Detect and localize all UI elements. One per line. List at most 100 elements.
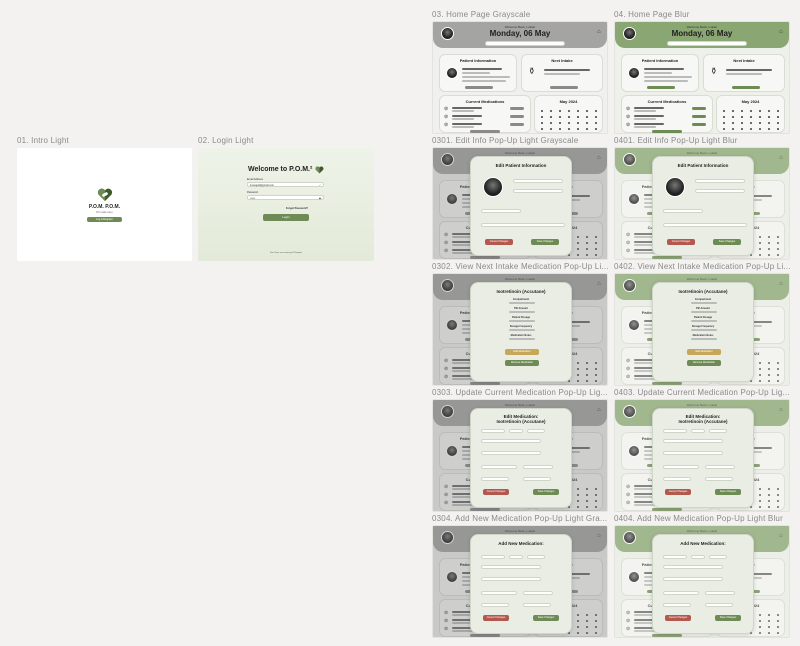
name-field[interactable]: [513, 179, 563, 183]
patient-info-card[interactable]: Patient Information: [621, 54, 699, 92]
calendar-day[interactable]: [577, 122, 579, 124]
cancel-changes-button[interactable]: Cancel Changes: [665, 489, 691, 495]
calendar-day[interactable]: [550, 110, 552, 112]
calendar-day[interactable]: [595, 116, 597, 118]
email-field[interactable]: lucasgutt@gmail.com ✓: [247, 182, 324, 187]
calendar-day[interactable]: [568, 110, 570, 112]
generic-name-field[interactable]: [663, 577, 723, 581]
cancel-changes-button[interactable]: Cancel Changes: [483, 489, 509, 495]
end-date-field[interactable]: [705, 603, 733, 607]
compartment-field[interactable]: [663, 429, 687, 433]
save-changes-button[interactable]: Save Changes: [715, 489, 741, 495]
size-field[interactable]: [691, 429, 705, 433]
calendar-day[interactable]: [550, 116, 552, 118]
calendar-day[interactable]: [568, 128, 570, 130]
category-field[interactable]: [527, 555, 545, 559]
calendar-day[interactable]: [768, 122, 770, 124]
generic-name-field[interactable]: [481, 451, 541, 455]
calendar-day[interactable]: [768, 110, 770, 112]
patient-photo[interactable]: [665, 177, 685, 197]
calendar-day[interactable]: [750, 122, 752, 124]
name-field[interactable]: [695, 179, 745, 183]
birthdate-field[interactable]: [481, 209, 521, 213]
calendar-day[interactable]: [741, 116, 743, 118]
generic-name-field[interactable]: [481, 577, 541, 581]
start-date-field[interactable]: [663, 603, 691, 607]
calendar-day[interactable]: [750, 110, 752, 112]
notes-field[interactable]: [481, 223, 565, 227]
start-date-field[interactable]: [481, 603, 509, 607]
calendar-day[interactable]: [559, 128, 561, 130]
calendar-day[interactable]: [777, 116, 779, 118]
patient-photo[interactable]: [483, 177, 503, 197]
time-field[interactable]: [705, 591, 735, 595]
frequency-field[interactable]: [663, 591, 699, 595]
age-field[interactable]: [513, 189, 563, 193]
home-icon[interactable]: ⌂: [597, 29, 601, 35]
edit-info-button[interactable]: [647, 86, 675, 89]
save-changes-button[interactable]: Save Changes: [533, 615, 559, 621]
edit-medication-button[interactable]: Edit Medication: [687, 349, 721, 355]
calendar-day[interactable]: [723, 110, 725, 112]
calendar-day[interactable]: [750, 116, 752, 118]
calendar-day[interactable]: [595, 122, 597, 124]
calendar-day[interactable]: [732, 116, 734, 118]
size-field[interactable]: [691, 555, 705, 559]
end-date-field[interactable]: [523, 477, 551, 481]
calendar-day[interactable]: [541, 128, 543, 130]
current-medications-card[interactable]: Current Medications ⊘ ⊘ ⊘: [439, 95, 531, 133]
calendar-day[interactable]: [732, 110, 734, 112]
update-med-button[interactable]: [692, 115, 706, 118]
frequency-field[interactable]: [481, 465, 517, 469]
medication-name-field[interactable]: [481, 439, 541, 443]
next-intake-card[interactable]: Next Intake ⚱: [521, 54, 603, 92]
calendar-day[interactable]: [732, 128, 734, 130]
calendar-day[interactable]: [577, 110, 579, 112]
calendar-day[interactable]: [759, 122, 761, 124]
calendar-day[interactable]: [723, 116, 725, 118]
calendar-day[interactable]: [768, 116, 770, 118]
calendar-day[interactable]: [586, 116, 588, 118]
edit-info-button[interactable]: [465, 86, 493, 89]
current-medications-card[interactable]: Current Medications ⊘ ⊘ ⊘: [621, 95, 713, 133]
calendar-day[interactable]: [723, 128, 725, 130]
cancel-changes-button[interactable]: Cancel Changes: [483, 615, 509, 621]
calendar-day[interactable]: [586, 122, 588, 124]
medication-name-field[interactable]: [481, 565, 541, 569]
remove-medication-button[interactable]: Remove Medication: [505, 360, 539, 366]
calendar-day[interactable]: [723, 122, 725, 124]
medication-name-field[interactable]: [663, 439, 723, 443]
eye-icon[interactable]: ◉: [319, 197, 321, 200]
notes-field[interactable]: [663, 223, 747, 227]
calendar-day[interactable]: [595, 128, 597, 130]
calendar-day[interactable]: [559, 122, 561, 124]
generic-name-field[interactable]: [663, 451, 723, 455]
next-intake-card[interactable]: Next Intake ⚱: [703, 54, 785, 92]
calendar-day[interactable]: [750, 128, 752, 130]
compartment-field[interactable]: [481, 555, 505, 559]
update-med-button[interactable]: [510, 115, 524, 118]
search-input[interactable]: [485, 41, 565, 46]
save-changes-button[interactable]: Save Changes: [531, 239, 559, 245]
patient-info-card[interactable]: Patient Information: [439, 54, 517, 92]
calendar-day[interactable]: [577, 128, 579, 130]
start-date-field[interactable]: [663, 477, 691, 481]
calendar-day[interactable]: [741, 122, 743, 124]
calendar-day[interactable]: [559, 116, 561, 118]
save-changes-button[interactable]: Save Changes: [715, 615, 741, 621]
calendar-day[interactable]: [541, 122, 543, 124]
category-field[interactable]: [527, 429, 545, 433]
category-field[interactable]: [709, 555, 727, 559]
calendar-day[interactable]: [550, 128, 552, 130]
end-date-field[interactable]: [523, 603, 551, 607]
calendar-day[interactable]: [759, 110, 761, 112]
update-med-button[interactable]: [692, 123, 706, 126]
end-date-field[interactable]: [705, 477, 733, 481]
calendar-day[interactable]: [595, 110, 597, 112]
time-field[interactable]: [523, 591, 553, 595]
calendar-day[interactable]: [777, 122, 779, 124]
save-changes-button[interactable]: Save Changes: [713, 239, 741, 245]
cancel-changes-button[interactable]: Cancel Changes: [665, 615, 691, 621]
calendar-day[interactable]: [559, 110, 561, 112]
home-icon[interactable]: ⌂: [779, 29, 783, 35]
